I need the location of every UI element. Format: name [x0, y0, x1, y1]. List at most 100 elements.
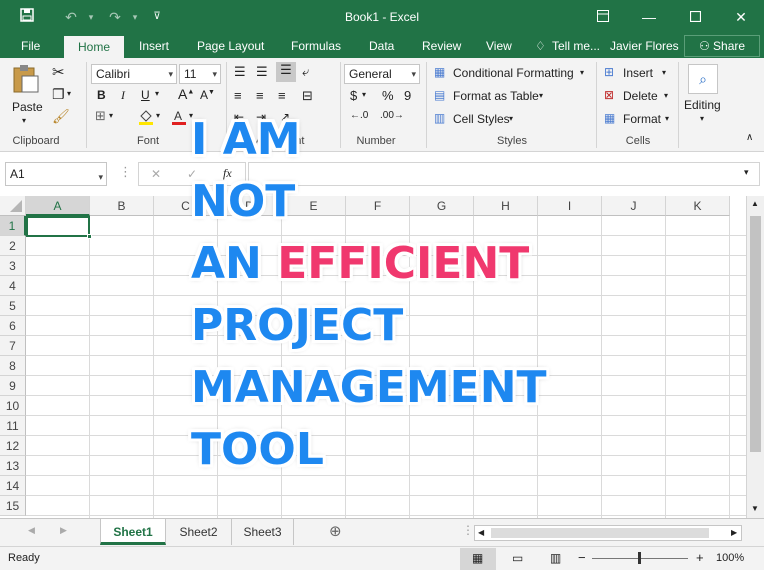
fill-color-icon[interactable]: [137, 108, 155, 126]
page-layout-view-icon[interactable]: ▭: [512, 551, 523, 565]
file-menu[interactable]: File: [21, 39, 40, 53]
row-header-7[interactable]: 7: [0, 336, 26, 356]
chevron-down-icon[interactable]: ▾: [700, 114, 704, 123]
scroll-up-icon[interactable]: ▲: [751, 199, 759, 208]
conditional-formatting-button[interactable]: Conditional Formatting: [453, 66, 574, 80]
column-header-k[interactable]: K: [666, 196, 730, 216]
increase-decimal-icon[interactable]: ←.0: [350, 110, 368, 121]
active-cell-a1[interactable]: [26, 216, 90, 237]
tab-view[interactable]: View: [486, 39, 512, 53]
paste-button[interactable]: Paste: [12, 100, 43, 114]
wrap-text-icon[interactable]: ⤶: [302, 64, 309, 80]
column-header-a[interactable]: A: [26, 196, 90, 216]
scroll-left-icon[interactable]: ◀: [478, 528, 484, 537]
row-header-11[interactable]: 11: [0, 416, 26, 436]
chevron-down-icon[interactable]: ▾: [580, 68, 584, 77]
comma-button[interactable]: 9: [404, 88, 411, 103]
row-header-12[interactable]: 12: [0, 436, 26, 456]
column-header-g[interactable]: G: [410, 196, 474, 216]
increase-font-icon[interactable]: A▲: [178, 86, 194, 102]
horizontal-scrollbar[interactable]: ◀ ▶: [474, 525, 742, 541]
row-header-5[interactable]: 5: [0, 296, 26, 316]
align-left-icon[interactable]: ≡: [234, 88, 242, 103]
decrease-font-icon[interactable]: A▼: [200, 88, 215, 102]
copy-dropdown-icon[interactable]: ▾: [67, 89, 71, 98]
zoom-slider-thumb[interactable]: [638, 552, 641, 564]
font-name-select[interactable]: Calibri ▾: [91, 64, 177, 84]
select-all-corner[interactable]: [0, 196, 26, 216]
format-cells-button[interactable]: Format: [623, 112, 661, 126]
align-center-icon[interactable]: ≡: [256, 88, 264, 103]
page-break-view-icon[interactable]: ▥: [550, 551, 561, 565]
row-header-10[interactable]: 10: [0, 396, 26, 416]
insert-cells-button[interactable]: Insert: [623, 66, 653, 80]
tab-data[interactable]: Data: [369, 39, 394, 53]
format-as-table-button[interactable]: Format as Table: [453, 89, 539, 103]
row-header-8[interactable]: 8: [0, 356, 26, 376]
column-header-j[interactable]: J: [602, 196, 666, 216]
row-header-13[interactable]: 13: [0, 456, 26, 476]
underline-button[interactable]: U: [141, 88, 150, 102]
column-header-b[interactable]: B: [90, 196, 154, 216]
sheet-tab-3[interactable]: Sheet3: [232, 519, 294, 545]
row-header-4[interactable]: 4: [0, 276, 26, 296]
chevron-down-icon[interactable]: ▾: [509, 114, 513, 123]
collapse-ribbon-icon[interactable]: ∧: [746, 132, 753, 143]
currency-button[interactable]: $: [350, 88, 357, 103]
add-sheet-icon[interactable]: ⊕: [329, 522, 342, 540]
scroll-down-icon[interactable]: ▼: [751, 504, 759, 513]
format-painter-icon[interactable]: 🖌: [52, 108, 70, 125]
row-header-3[interactable]: 3: [0, 256, 26, 276]
currency-dropdown-icon[interactable]: ▾: [362, 90, 366, 99]
decrease-decimal-icon[interactable]: .00→: [380, 110, 404, 121]
scroll-right-icon[interactable]: ▶: [731, 528, 737, 537]
normal-view-button[interactable]: ▦: [460, 548, 496, 570]
minimize-icon[interactable]: —: [638, 6, 660, 28]
row-header-9[interactable]: 9: [0, 376, 26, 396]
search-icon[interactable]: ⌕: [688, 64, 718, 94]
top-align-icon[interactable]: ☰: [234, 64, 246, 80]
horizontal-scroll-thumb[interactable]: [491, 528, 709, 538]
zoom-out-icon[interactable]: −: [578, 550, 586, 565]
tab-formulas[interactable]: Formulas: [291, 39, 341, 53]
ribbon-display-icon[interactable]: [592, 6, 614, 28]
column-header-h[interactable]: H: [474, 196, 538, 216]
column-header-i[interactable]: I: [538, 196, 602, 216]
chevron-down-icon[interactable]: ▾: [539, 91, 543, 100]
row-header-6[interactable]: 6: [0, 316, 26, 336]
cell-styles-button[interactable]: Cell Styles: [453, 112, 510, 126]
expand-formula-bar-icon[interactable]: ▾: [744, 167, 749, 178]
chevron-down-icon[interactable]: ▾: [665, 114, 669, 123]
middle-align-icon[interactable]: ☰: [256, 64, 268, 80]
sheet-tab-2[interactable]: Sheet2: [166, 519, 232, 545]
sheet-tab-1[interactable]: Sheet1: [100, 519, 166, 545]
column-header-f[interactable]: F: [346, 196, 410, 216]
tab-review[interactable]: Review: [422, 39, 461, 53]
delete-cells-button[interactable]: Delete: [623, 89, 658, 103]
row-header-2[interactable]: 2: [0, 236, 26, 256]
borders-icon[interactable]: ⊞: [95, 108, 106, 124]
paste-dropdown-icon[interactable]: ▾: [22, 116, 26, 125]
italic-button[interactable]: I: [121, 88, 125, 103]
cancel-icon[interactable]: ✕: [151, 167, 161, 181]
tab-page-layout[interactable]: Page Layout: [197, 39, 264, 53]
row-header-15[interactable]: 15: [0, 496, 26, 516]
share-button[interactable]: ⚇ Share: [684, 35, 760, 57]
row-header-1[interactable]: 1: [0, 216, 26, 236]
tab-insert[interactable]: Insert: [139, 39, 169, 53]
align-right-icon[interactable]: ≡: [278, 88, 286, 103]
cut-icon[interactable]: ✂: [52, 63, 65, 81]
formula-input[interactable]: [248, 162, 760, 186]
fill-handle[interactable]: [87, 234, 92, 239]
prev-sheet-icon[interactable]: ◀: [28, 525, 35, 536]
editing-button[interactable]: Editing: [684, 98, 721, 112]
next-sheet-icon[interactable]: ▶: [60, 525, 67, 536]
zoom-level[interactable]: 100%: [716, 552, 744, 564]
name-box[interactable]: A1 ▾: [5, 162, 107, 186]
chevron-down-icon[interactable]: ▾: [662, 68, 666, 77]
close-icon[interactable]: ✕: [730, 6, 752, 28]
number-format-select[interactable]: General ▾: [344, 64, 420, 84]
bottom-align-icon[interactable]: ☰: [276, 62, 296, 82]
zoom-in-icon[interactable]: +: [696, 550, 704, 565]
borders-dropdown-icon[interactable]: ▾: [109, 111, 113, 120]
